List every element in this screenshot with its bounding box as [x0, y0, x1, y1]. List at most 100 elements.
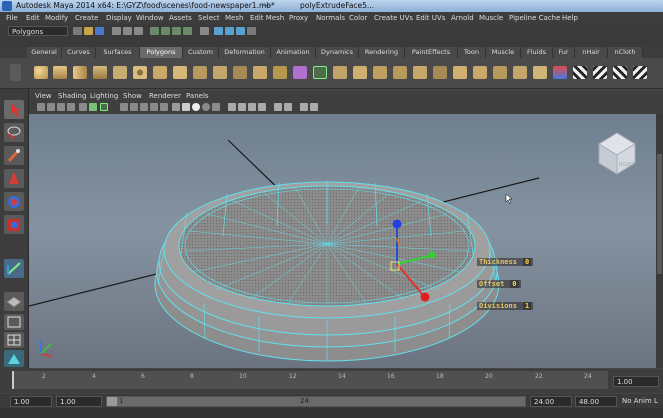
- time-slider-track[interactable]: 2 4 6 8 10 12 14 16 18 20 22 24: [12, 371, 608, 389]
- anim-layer-label[interactable]: No Anim L: [622, 397, 658, 405]
- select-component-icon[interactable]: [134, 27, 143, 35]
- scrollbar-thumb[interactable]: [657, 154, 662, 274]
- separate-icon[interactable]: [233, 66, 247, 79]
- menu-display[interactable]: Display: [106, 12, 132, 24]
- move-icon[interactable]: [4, 169, 24, 188]
- tab-surfaces[interactable]: Surfaces: [96, 47, 140, 58]
- snap-point-icon[interactable]: [172, 27, 181, 35]
- current-frame-field[interactable]: 1.00: [613, 376, 659, 387]
- playback-start-field[interactable]: 1.00: [56, 396, 102, 407]
- spherical-uv-icon[interactable]: [613, 66, 627, 79]
- tab-animation[interactable]: Animation: [271, 47, 316, 58]
- shadows-icon[interactable]: [172, 103, 180, 111]
- viewport-scrollbar[interactable]: [656, 114, 663, 368]
- bevel-icon[interactable]: [433, 66, 447, 79]
- offset-edge-loop-icon[interactable]: [413, 66, 427, 79]
- tab-toon[interactable]: Toon: [458, 47, 486, 58]
- history-icon[interactable]: [200, 27, 209, 35]
- tab-polygons[interactable]: Polygons: [140, 47, 183, 58]
- xray-joints-icon[interactable]: [202, 103, 210, 111]
- menu-create[interactable]: Create: [75, 12, 98, 24]
- animation-start-field[interactable]: 1.00: [10, 396, 52, 407]
- snap-grid-icon[interactable]: [150, 27, 159, 35]
- tab-custom[interactable]: Custom: [183, 47, 219, 58]
- tab-rendering[interactable]: Rendering: [359, 47, 405, 58]
- insert-edge-loop-icon[interactable]: [393, 66, 407, 79]
- panel-menu-panels[interactable]: Panels: [186, 91, 209, 101]
- menu-assets[interactable]: Assets: [169, 12, 192, 24]
- tab-ncloth[interactable]: nCloth: [608, 47, 643, 58]
- cylindrical-uv-icon[interactable]: [593, 66, 607, 79]
- panel-menu-view[interactable]: View: [35, 91, 52, 101]
- menu-file[interactable]: File: [6, 12, 18, 24]
- menu-edit[interactable]: Edit: [26, 12, 40, 24]
- tab-deformation[interactable]: Deformation: [219, 47, 271, 58]
- grid-icon[interactable]: [89, 103, 97, 111]
- menu-select[interactable]: Select: [198, 12, 220, 24]
- open-scene-icon[interactable]: [84, 27, 93, 35]
- layout-four-icon[interactable]: [4, 332, 24, 348]
- manipulator-icon[interactable]: [4, 259, 24, 278]
- split-polygon-icon[interactable]: [373, 66, 387, 79]
- menu-mesh[interactable]: Mesh: [225, 12, 243, 24]
- hud-offset-value[interactable]: 0: [510, 280, 519, 288]
- isolate-select-icon[interactable]: [212, 103, 220, 111]
- append-polygon-icon[interactable]: [353, 66, 367, 79]
- depth-of-field-icon[interactable]: [258, 103, 266, 111]
- color-management-icon[interactable]: [284, 103, 292, 111]
- tab-general[interactable]: General: [27, 47, 62, 58]
- menu-edit-uvs[interactable]: Edit UVs: [416, 12, 445, 24]
- tab-fur[interactable]: Fur: [553, 47, 575, 58]
- use-lights-icon[interactable]: [160, 103, 168, 111]
- panel-menu-renderer[interactable]: Renderer: [149, 91, 181, 101]
- render-view-icon[interactable]: [214, 27, 223, 35]
- poly-torus-icon[interactable]: [133, 66, 147, 79]
- delete-edge-icon[interactable]: [493, 66, 507, 79]
- motion-blur-icon[interactable]: [238, 103, 246, 111]
- panel-menu-lighting[interactable]: Lighting: [90, 91, 118, 101]
- poly-plane-icon[interactable]: [113, 66, 127, 79]
- smooth-icon[interactable]: [273, 66, 287, 79]
- image-plane-icon[interactable]: [79, 103, 87, 111]
- menu-color[interactable]: Color: [349, 12, 367, 24]
- automatic-uv-icon[interactable]: [633, 66, 647, 79]
- xray-active-icon[interactable]: [192, 103, 200, 111]
- gamma-icon[interactable]: [274, 103, 282, 111]
- xray-icon[interactable]: [182, 103, 190, 111]
- wireframe-icon[interactable]: [120, 103, 128, 111]
- range-slider[interactable]: 1 24: [106, 396, 526, 407]
- smooth-proxy-icon[interactable]: [293, 66, 307, 79]
- menu-proxy[interactable]: Proxy: [289, 12, 308, 24]
- combine-icon[interactable]: [213, 66, 227, 79]
- shelf-menu-icon[interactable]: [10, 64, 21, 81]
- select-object-icon[interactable]: [123, 27, 132, 35]
- extract-icon[interactable]: [253, 66, 267, 79]
- resolution-gate-icon[interactable]: [310, 103, 318, 111]
- save-scene-icon[interactable]: [95, 27, 104, 35]
- playback-end-field[interactable]: 24.00: [530, 396, 572, 407]
- bridge-icon[interactable]: [333, 66, 347, 79]
- menu-set-selector[interactable]: Polygons: [8, 26, 68, 36]
- tab-dynamics[interactable]: Dynamics: [316, 47, 359, 58]
- tab-fluids[interactable]: Fluids: [521, 47, 553, 58]
- ipr-render-icon[interactable]: [236, 27, 245, 35]
- extrude-icon[interactable]: [313, 66, 327, 79]
- panel-menu-show[interactable]: Show: [123, 91, 142, 101]
- rotate-icon[interactable]: [4, 192, 24, 211]
- perspective-viewport[interactable]: RIGHT Thickness 0 Offset 0 Divisions 1: [29, 114, 656, 368]
- render-frame-icon[interactable]: [225, 27, 234, 35]
- ambient-occlusion-icon[interactable]: [228, 103, 236, 111]
- hud-divisions-value[interactable]: 1: [522, 302, 532, 310]
- planar-uv-icon[interactable]: [573, 66, 587, 79]
- snap-surface-icon[interactable]: [183, 27, 192, 35]
- hud-thickness-value[interactable]: 0: [522, 258, 532, 266]
- range-slider-start-handle[interactable]: [107, 397, 117, 406]
- tab-curves[interactable]: Curves: [62, 47, 96, 58]
- poly-pipe-icon[interactable]: [193, 66, 207, 79]
- select-arrow-icon[interactable]: [4, 100, 24, 119]
- poly-sphere-icon[interactable]: [34, 66, 48, 79]
- camera-attributes-icon[interactable]: [57, 103, 65, 111]
- multisample-icon[interactable]: [248, 103, 256, 111]
- current-time-marker[interactable]: [12, 371, 14, 389]
- tab-nhair[interactable]: nHair: [575, 47, 608, 58]
